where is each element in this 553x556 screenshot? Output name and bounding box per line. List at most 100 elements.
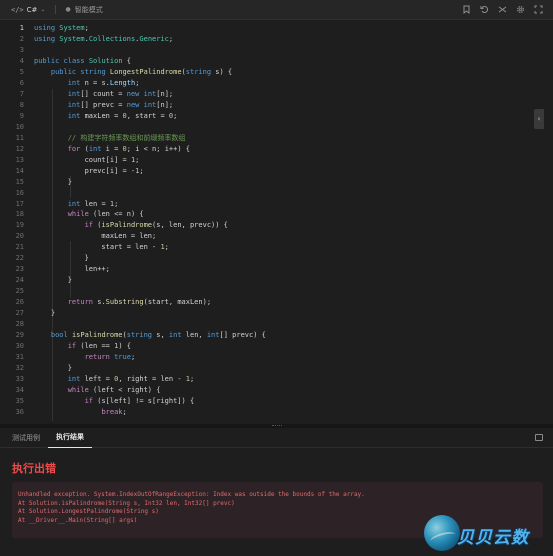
code-line[interactable]: 26 return s.Substring(start, maxLen); xyxy=(0,297,266,308)
code-line[interactable]: 36 break; xyxy=(0,407,266,418)
code-editor[interactable]: 1 using System; 2 using System.Collections.… xyxy=(0,21,544,421)
line-number: 21 xyxy=(15,243,24,252)
code-line[interactable]: 27 } xyxy=(0,308,266,319)
line-text: len++; xyxy=(34,265,110,274)
code-line[interactable]: 25 xyxy=(0,286,266,297)
collapse-panel-icon[interactable] xyxy=(535,434,543,441)
language-selector[interactable]: </> C# ⌄ xyxy=(11,6,45,14)
line-number: 30 xyxy=(15,342,24,351)
line-number: 24 xyxy=(15,276,24,285)
line-number: 19 xyxy=(15,221,24,230)
globe-icon xyxy=(424,515,460,551)
line-number: 4 xyxy=(19,56,24,65)
line-number: 35 xyxy=(15,396,24,405)
line-number: 28 xyxy=(15,320,24,329)
code-line[interactable]: 15 } xyxy=(0,177,266,188)
code-line[interactable]: 21 start = len - 1; xyxy=(0,242,266,253)
code-line[interactable]: 23 len++; xyxy=(0,264,266,275)
code-line[interactable]: 12 for (int i = 0; i < n; i++) { xyxy=(0,144,266,155)
line-text: int left = 0, right = len - 1; xyxy=(67,375,195,383)
line-text: } xyxy=(34,177,72,186)
line-number: 29 xyxy=(15,331,24,340)
line-number: 27 xyxy=(15,309,24,318)
shuffle-icon[interactable] xyxy=(498,4,507,14)
reset-icon[interactable] xyxy=(480,4,489,14)
line-text: int[] count = new int[n]; xyxy=(67,89,174,98)
line-text: using System; xyxy=(34,24,89,32)
chevron-left-icon: ‹ xyxy=(537,115,541,123)
line-text: } xyxy=(34,309,56,318)
tab-run-result[interactable]: 执行结果 xyxy=(48,428,92,448)
code-line[interactable]: 20 maxLen = len; xyxy=(0,231,266,242)
line-number: 17 xyxy=(15,199,24,208)
code-line[interactable]: 4 public class Solution { xyxy=(0,56,266,67)
line-text: } xyxy=(34,254,89,263)
code-line[interactable]: 34 while (left < right) { xyxy=(0,385,266,396)
drag-handle-icon[interactable] xyxy=(272,425,282,427)
error-line: At Solution.isPalindrome(String s, Int32… xyxy=(18,499,235,507)
code-line[interactable]: 10 xyxy=(0,122,266,133)
line-number: 15 xyxy=(15,177,24,186)
code-line[interactable]: 33 int left = 0, right = len - 1; xyxy=(0,374,266,385)
line-number: 12 xyxy=(15,144,24,153)
line-text: public class Solution { xyxy=(34,56,131,65)
line-text: while (left < right) { xyxy=(67,385,161,394)
line-number: 5 xyxy=(19,67,24,76)
code-line[interactable]: 1 using System; xyxy=(0,23,266,34)
code-line[interactable]: 14 prevc[i] = -1; xyxy=(0,166,266,177)
code-line[interactable]: 6 int n = s.Length; xyxy=(0,78,266,89)
code-line[interactable]: 29 bool isPalindrome(string s, int len, … xyxy=(0,330,266,341)
code-line[interactable]: 30 if (len == 1) { xyxy=(0,341,266,352)
line-number: 8 xyxy=(19,100,24,109)
code-line[interactable]: 24 } xyxy=(0,275,266,286)
error-title: 执行出错 xyxy=(12,462,56,475)
toolbar-divider xyxy=(55,5,57,14)
code-line[interactable]: 13 count[i] = 1; xyxy=(0,155,266,166)
code-line[interactable]: 16 xyxy=(0,188,266,199)
code-line[interactable]: 7 int[] count = new int[n]; xyxy=(0,89,266,100)
line-number: 11 xyxy=(15,133,24,142)
chevron-down-icon: ⌄ xyxy=(40,6,46,13)
code-line[interactable]: 3 xyxy=(0,45,266,56)
code-line[interactable]: 28 xyxy=(0,319,266,330)
line-number: 9 xyxy=(19,111,24,120)
code-line[interactable]: 5 public string LongestPalindrome(string… xyxy=(0,67,266,78)
side-panel-toggle[interactable]: ‹ xyxy=(534,109,544,129)
line-text: if (s[left] != s[right]) { xyxy=(84,396,195,405)
code-line[interactable]: 11 // 构建字符频率数组和前缀频率数组 xyxy=(0,133,266,144)
mode-label: 智能模式 xyxy=(74,5,103,14)
settings-icon[interactable] xyxy=(516,4,525,14)
line-text: return s.Substring(start, maxLen); xyxy=(67,298,212,307)
code-icon: </> xyxy=(11,5,24,14)
line-number: 23 xyxy=(15,265,24,274)
line-text: int[] prevc = new int[n]; xyxy=(67,100,174,109)
smart-mode-toggle[interactable]: ● 智能模式 xyxy=(65,5,102,15)
line-text: } xyxy=(34,276,72,285)
code-line[interactable]: 19 if (isPalindrome(s, len, prevc)) { xyxy=(0,220,266,231)
line-number: 3 xyxy=(19,45,24,54)
editor-toolbar: </> C# ⌄ ● 智能模式 xyxy=(0,0,553,20)
code-line[interactable]: 8 int[] prevc = new int[n]; xyxy=(0,100,266,111)
bookmark-icon[interactable] xyxy=(462,4,471,14)
line-number: 36 xyxy=(15,407,24,416)
line-number: 26 xyxy=(15,298,24,307)
watermark-logo: 贝贝云数 xyxy=(424,515,550,551)
code-line[interactable]: 31 return true; xyxy=(0,352,266,363)
line-number: 1 xyxy=(19,24,24,32)
line-number: 34 xyxy=(15,385,24,394)
code-lines: 1 using System; 2 using System.Collections.… xyxy=(0,23,266,418)
code-line[interactable]: 2 using System.Collections.Generic; xyxy=(0,34,266,45)
code-line[interactable]: 17 int len = 1; xyxy=(0,199,266,210)
line-text: maxLen = len; xyxy=(34,232,157,241)
line-text: return true; xyxy=(84,353,136,362)
code-line[interactable]: 18 while (len <= n) { xyxy=(0,209,266,220)
tab-test-cases[interactable]: 测试用例 xyxy=(4,428,48,448)
fullscreen-icon[interactable] xyxy=(534,4,543,14)
code-line[interactable]: 32 } xyxy=(0,363,266,374)
line-number: 33 xyxy=(15,375,24,383)
line-text: if (len == 1) { xyxy=(67,342,131,351)
code-line[interactable]: 22 } xyxy=(0,253,266,264)
code-line[interactable]: 35 if (s[left] != s[right]) { xyxy=(0,396,266,407)
code-line[interactable]: 9 int maxLen = 0, start = 0; xyxy=(0,111,266,122)
error-line: Unhandled exception. System.IndexOutOfRa… xyxy=(18,491,365,498)
